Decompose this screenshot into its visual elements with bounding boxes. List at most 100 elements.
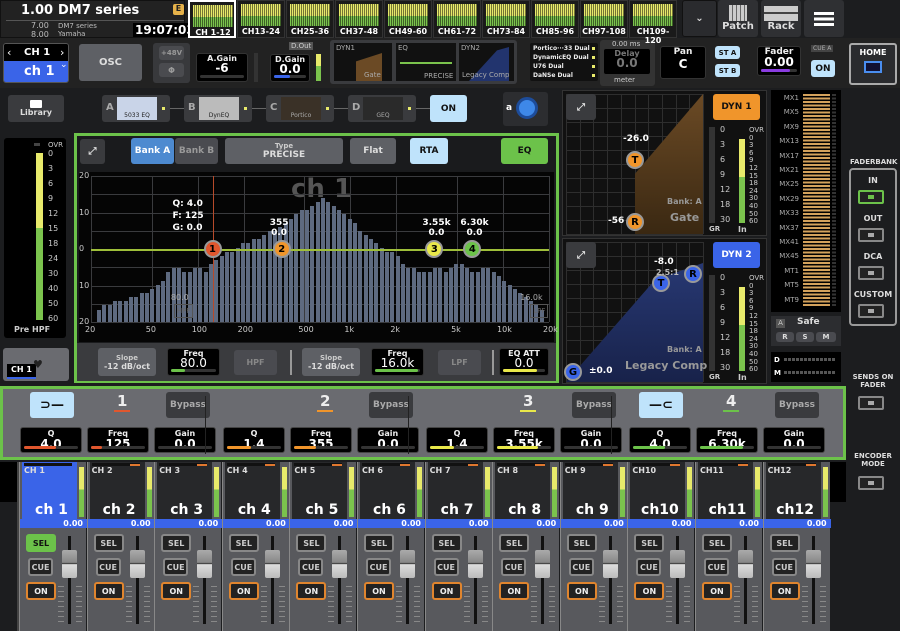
next-channel-icon[interactable]: › — [60, 46, 64, 59]
fader-handle[interactable] — [197, 550, 213, 578]
cue-button[interactable]: CUE — [771, 558, 797, 576]
channel-name-display[interactable]: CH 7 ch 7 — [427, 462, 483, 519]
bank-tab-7[interactable]: CH73-84 — [482, 0, 530, 38]
fader-level-display[interactable]: Fader 0.00 — [757, 46, 801, 76]
safe-recall-button[interactable]: R — [776, 332, 794, 342]
on-button[interactable]: ON — [634, 582, 665, 600]
bank-tab-10[interactable]: CH109-120 — [629, 0, 677, 45]
cue-button[interactable]: CUE — [636, 558, 662, 576]
lpf-freq-knob[interactable]: Freq 16.0k — [371, 348, 424, 376]
on-button[interactable]: ON — [499, 582, 530, 600]
bank-tab-8[interactable]: CH85-96 — [531, 0, 579, 38]
dyn2-gain-handle[interactable]: G — [564, 363, 582, 381]
band-2-freq-knob[interactable]: Freq 355 — [290, 427, 352, 453]
st-b-button[interactable]: ST B — [715, 64, 740, 77]
sel-button[interactable]: SEL — [566, 534, 597, 552]
hpf-slope-dropdown[interactable]: Slope -12 dB/oct — [98, 348, 156, 376]
sel-button[interactable]: SEL — [769, 534, 800, 552]
phantom-power-button[interactable]: +48V — [159, 46, 184, 60]
faderbank-out-button[interactable] — [858, 228, 884, 242]
eq-band-2-handle[interactable]: 2 — [272, 240, 291, 258]
cue-button[interactable]: CUE — [366, 558, 391, 576]
lpf-button[interactable]: LPF — [438, 350, 481, 375]
bank-tab-4[interactable]: CH37-48 — [335, 0, 383, 38]
plugin-on-button[interactable]: ON — [430, 95, 467, 122]
faderbank-in-button[interactable] — [858, 190, 884, 204]
bank-a-button[interactable]: Bank A — [131, 138, 174, 164]
cue-button[interactable]: CUE — [95, 558, 121, 576]
bank-tab-1[interactable]: CH 1-12 — [188, 0, 236, 38]
eq-on-button[interactable]: EQ — [501, 138, 548, 164]
lpf-handle[interactable]: LPF — [530, 303, 549, 318]
plugin-slot-b[interactable]: B DynEQ — [184, 95, 252, 122]
band-3-q-knob[interactable]: Q 1.4 — [426, 427, 488, 453]
sel-button[interactable]: SEL — [634, 534, 665, 552]
fader-handle[interactable] — [400, 550, 415, 578]
eq-graph[interactable]: ch 1 20 10 0 10 20 20 50 100 200 500 1k 2k 5k 10k 20k 1… — [79, 172, 558, 342]
bank-tab-2[interactable]: CH13-24 — [237, 0, 285, 38]
sel-button[interactable]: SEL — [431, 534, 462, 552]
channel-name-display[interactable]: CH 4 ch 4 — [224, 462, 280, 519]
prev-channel-icon[interactable]: ‹ — [7, 46, 11, 59]
safe-s-button[interactable]: S — [796, 332, 814, 342]
on-button[interactable]: ON — [431, 582, 462, 600]
fader-handle[interactable] — [602, 550, 618, 578]
channel-name-display[interactable]: CH 3 ch 3 — [157, 462, 213, 519]
analog-gain-knob[interactable]: A.Gain -6 — [196, 53, 248, 82]
hpf-freq-knob[interactable]: Freq 80.0 — [167, 348, 220, 376]
eq-thumbnail[interactable]: EQ PRECISE — [396, 43, 456, 81]
fader-handle[interactable] — [805, 550, 821, 578]
fader-handle[interactable] — [129, 550, 145, 578]
insert-slot-3[interactable]: U76 Dual — [533, 63, 564, 70]
eq-band-4-handle[interactable]: 4 — [463, 240, 482, 258]
cue-button[interactable]: CUE — [501, 558, 527, 576]
band-1-gain-knob[interactable]: Gain 0.0 — [154, 427, 216, 453]
menu-button[interactable] — [804, 0, 844, 37]
dyn1-threshold-handle[interactable]: T — [626, 151, 644, 169]
band-4-freq-knob[interactable]: Freq 6.30k — [696, 427, 758, 453]
heart-icon[interactable]: ♥ — [33, 358, 43, 371]
aux-plugin-button[interactable]: a — [503, 92, 548, 126]
eq-band-1-handle[interactable]: 1 — [203, 240, 222, 258]
faderbank-dca-button[interactable] — [858, 266, 884, 280]
band-3-bypass-button[interactable]: Bypass — [572, 392, 616, 418]
scene-display[interactable]: 1.00 DM7 series E 7.00 8.00 DM7 series Y… — [0, 0, 197, 39]
channel-name-display[interactable]: CH 1 ch 1 — [22, 462, 77, 519]
sel-button[interactable]: SEL — [364, 534, 394, 552]
fader-handle[interactable] — [738, 550, 753, 578]
band-1-bypass-button[interactable]: Bypass — [166, 392, 210, 418]
sel-button[interactable]: SEL — [161, 534, 192, 552]
dyn1-thumbnail[interactable]: DYN1 Gate — [334, 43, 392, 81]
on-button[interactable]: ON — [769, 582, 800, 600]
channel-name-display[interactable]: CH 9 ch 9 — [562, 462, 618, 519]
band-2-bypass-button[interactable]: Bypass — [369, 392, 413, 418]
library-button[interactable]: Library — [8, 95, 64, 122]
home-button[interactable]: HOME — [849, 43, 897, 85]
sends-on-fader-button[interactable] — [858, 396, 884, 410]
cue-button[interactable]: CUE — [230, 558, 256, 576]
safe-m-button[interactable]: M — [816, 332, 836, 342]
cue-button[interactable]: CUE — [568, 558, 594, 576]
hpf-handle[interactable]: HPF — [173, 303, 194, 318]
on-button[interactable]: ON — [566, 582, 597, 600]
band-3-gain-knob[interactable]: Gain 0.0 — [560, 427, 622, 453]
band-2-gain-knob[interactable]: Gain 0.0 — [357, 427, 419, 453]
eq-type-dropdown[interactable]: Type PRECISE — [225, 138, 343, 164]
lpf-slope-dropdown[interactable]: Slope -12 dB/oct — [302, 348, 360, 376]
insert-slot-4[interactable]: DaNSe Dual — [533, 72, 573, 79]
digital-gain-knob[interactable]: D.Gain 0.0 — [270, 54, 310, 82]
on-button[interactable]: ON — [296, 582, 327, 600]
dyn1-range-handle[interactable]: R — [626, 213, 644, 231]
fader-handle[interactable] — [62, 550, 77, 578]
channel-name-display[interactable]: CH 8 ch 8 — [495, 462, 551, 519]
sel-button[interactable]: SEL — [702, 534, 732, 552]
fader-handle[interactable] — [332, 550, 348, 578]
dyn2-on-button[interactable]: DYN 2 — [713, 242, 760, 268]
on-button[interactable]: ON — [93, 582, 124, 600]
encoder-mode-button[interactable] — [858, 476, 884, 490]
fader-handle[interactable] — [264, 550, 280, 578]
on-button[interactable]: ON — [228, 582, 259, 600]
bank-dropdown-button[interactable]: ⌄ — [682, 0, 717, 37]
plugin-slot-d[interactable]: D GEQ — [348, 95, 416, 122]
band-2-q-knob[interactable]: Q 1.4 — [223, 427, 285, 453]
